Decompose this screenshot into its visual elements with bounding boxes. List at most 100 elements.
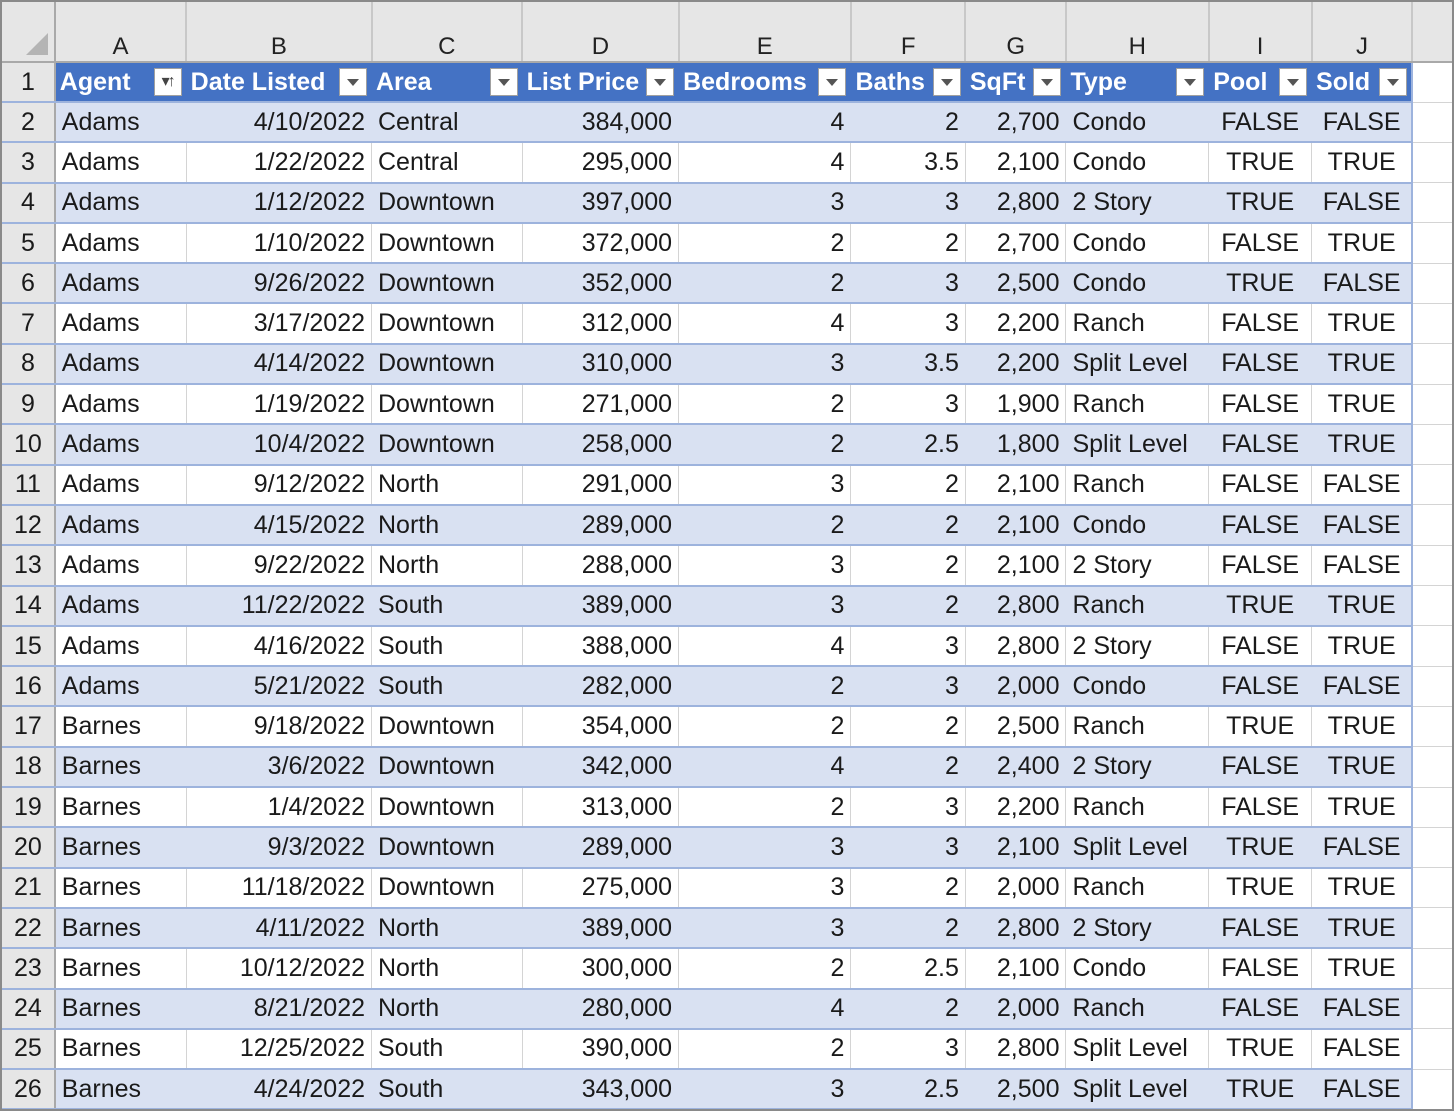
cell-list-price[interactable]: 389,000 <box>522 585 680 627</box>
cell-bedrooms[interactable]: 3 <box>678 907 852 950</box>
cell-bedrooms[interactable]: 4 <box>678 102 852 144</box>
cell-agent[interactable]: Barnes <box>54 827 187 869</box>
cell-list-price[interactable]: 342,000 <box>522 746 680 789</box>
cell-bedrooms[interactable]: 4 <box>678 988 852 1030</box>
cell-list-price[interactable]: 384,000 <box>522 102 680 144</box>
cell-date-listed[interactable]: 3/17/2022 <box>186 303 373 345</box>
column-header-empty[interactable] <box>1412 2 1452 63</box>
filter-dropdown-button[interactable] <box>646 68 675 96</box>
column-header-i[interactable]: I <box>1208 2 1313 63</box>
cell-bedrooms[interactable]: 2 <box>678 222 852 265</box>
cell-bedrooms[interactable]: 3 <box>678 182 852 224</box>
cell-area[interactable]: Downtown <box>371 343 523 386</box>
cell-area[interactable]: South <box>371 1028 523 1071</box>
cell-type[interactable]: Ranch <box>1065 706 1210 748</box>
cell-sold[interactable]: FALSE <box>1311 504 1413 547</box>
cell-agent[interactable]: Adams <box>54 585 187 627</box>
cell-sold[interactable]: TRUE <box>1311 384 1413 426</box>
cell-bedrooms[interactable]: 4 <box>678 303 852 345</box>
cell-area[interactable]: Downtown <box>371 706 523 748</box>
cell-sold[interactable]: FALSE <box>1311 666 1413 708</box>
cell-type[interactable]: 2 Story <box>1065 545 1210 587</box>
cell-bedrooms[interactable]: 2 <box>678 384 852 426</box>
cell-sqft[interactable]: 2,700 <box>965 222 1067 265</box>
cell-agent[interactable]: Adams <box>54 424 187 466</box>
empty-cell[interactable] <box>1411 504 1452 546</box>
empty-cell[interactable] <box>1411 142 1452 184</box>
cell-pool[interactable]: FALSE <box>1208 545 1313 587</box>
cell-date-listed[interactable]: 8/21/2022 <box>186 988 373 1030</box>
cell-area[interactable]: Downtown <box>371 787 523 829</box>
row-header[interactable]: 24 <box>2 988 56 1030</box>
cell-sqft[interactable]: 2,100 <box>965 827 1067 869</box>
cell-area[interactable]: South <box>371 625 523 668</box>
cell-list-price[interactable]: 288,000 <box>522 545 680 587</box>
cell-pool[interactable]: TRUE <box>1208 867 1313 909</box>
cell-baths[interactable]: 3 <box>850 384 966 426</box>
cell-pool[interactable]: TRUE <box>1208 1028 1313 1071</box>
row-header[interactable]: 26 <box>2 1069 56 1109</box>
cell-agent[interactable]: Barnes <box>54 746 187 789</box>
cell-agent[interactable]: Barnes <box>54 948 187 990</box>
cell-sold[interactable]: TRUE <box>1311 907 1413 950</box>
cell-list-price[interactable]: 289,000 <box>522 827 680 869</box>
cell-agent[interactable]: Barnes <box>54 867 187 909</box>
cell-type[interactable]: 2 Story <box>1065 625 1210 668</box>
empty-cell[interactable] <box>1411 102 1452 143</box>
empty-cell[interactable] <box>1411 746 1452 788</box>
filter-dropdown-button[interactable] <box>932 68 961 96</box>
cell-bedrooms[interactable]: 2 <box>678 666 852 708</box>
cell-list-price[interactable]: 389,000 <box>522 907 680 950</box>
cell-sold[interactable]: TRUE <box>1311 142 1413 184</box>
cell-pool[interactable]: FALSE <box>1208 424 1313 466</box>
cell-sqft[interactable]: 2,800 <box>965 625 1067 668</box>
cell-type[interactable]: Ranch <box>1065 585 1210 627</box>
cell-area[interactable]: Downtown <box>371 867 523 909</box>
cell-sqft[interactable]: 2,500 <box>965 263 1067 305</box>
cell-bedrooms[interactable]: 4 <box>678 625 852 668</box>
cell-bedrooms[interactable]: 2 <box>678 504 852 547</box>
cell-baths[interactable]: 2 <box>850 545 966 587</box>
filter-dropdown-button[interactable] <box>1033 68 1062 96</box>
cell-bedrooms[interactable]: 2 <box>678 948 852 990</box>
table-header-cell[interactable]: Baths <box>850 62 966 103</box>
cell-sold[interactable]: FALSE <box>1311 545 1413 587</box>
cell-list-price[interactable]: 310,000 <box>522 343 680 386</box>
cell-bedrooms[interactable]: 3 <box>678 867 852 909</box>
cell-bedrooms[interactable]: 2 <box>678 1028 852 1071</box>
cell-type[interactable]: Condo <box>1065 504 1210 547</box>
row-header[interactable]: 8 <box>2 343 56 386</box>
cell-list-price[interactable]: 295,000 <box>522 142 680 184</box>
cell-sqft[interactable]: 2,000 <box>965 666 1067 708</box>
cell-type[interactable]: Condo <box>1065 666 1210 708</box>
empty-cell[interactable] <box>1411 182 1452 224</box>
empty-cell[interactable] <box>1411 424 1452 466</box>
cell-area[interactable]: Downtown <box>371 384 523 426</box>
cell-agent[interactable]: Adams <box>54 545 187 587</box>
column-header-c[interactable]: C <box>371 2 524 63</box>
cell-agent[interactable]: Adams <box>54 384 187 426</box>
cell-sold[interactable]: FALSE <box>1311 263 1413 305</box>
empty-cell[interactable] <box>1411 62 1452 103</box>
cell-sqft[interactable]: 2,800 <box>965 585 1067 627</box>
row-header[interactable]: 23 <box>2 948 56 990</box>
cell-pool[interactable]: FALSE <box>1208 222 1313 265</box>
row-header[interactable]: 12 <box>2 504 56 547</box>
cell-baths[interactable]: 3 <box>850 787 966 829</box>
cell-date-listed[interactable]: 1/12/2022 <box>186 182 373 224</box>
filter-dropdown-button[interactable] <box>1176 68 1205 96</box>
cell-sqft[interactable]: 1,800 <box>965 424 1067 466</box>
cell-pool[interactable]: FALSE <box>1208 343 1313 386</box>
row-header[interactable]: 6 <box>2 263 56 305</box>
cell-sqft[interactable]: 2,000 <box>965 867 1067 909</box>
cell-date-listed[interactable]: 9/18/2022 <box>186 706 373 748</box>
empty-cell[interactable] <box>1411 343 1452 385</box>
row-header[interactable]: 7 <box>2 303 56 345</box>
cell-sqft[interactable]: 2,100 <box>965 142 1067 184</box>
empty-cell[interactable] <box>1411 625 1452 667</box>
empty-cell[interactable] <box>1411 464 1452 506</box>
column-header-b[interactable]: B <box>186 2 373 63</box>
cell-sold[interactable]: TRUE <box>1311 746 1413 789</box>
row-header[interactable]: 21 <box>2 867 56 909</box>
empty-cell[interactable] <box>1411 988 1452 1030</box>
